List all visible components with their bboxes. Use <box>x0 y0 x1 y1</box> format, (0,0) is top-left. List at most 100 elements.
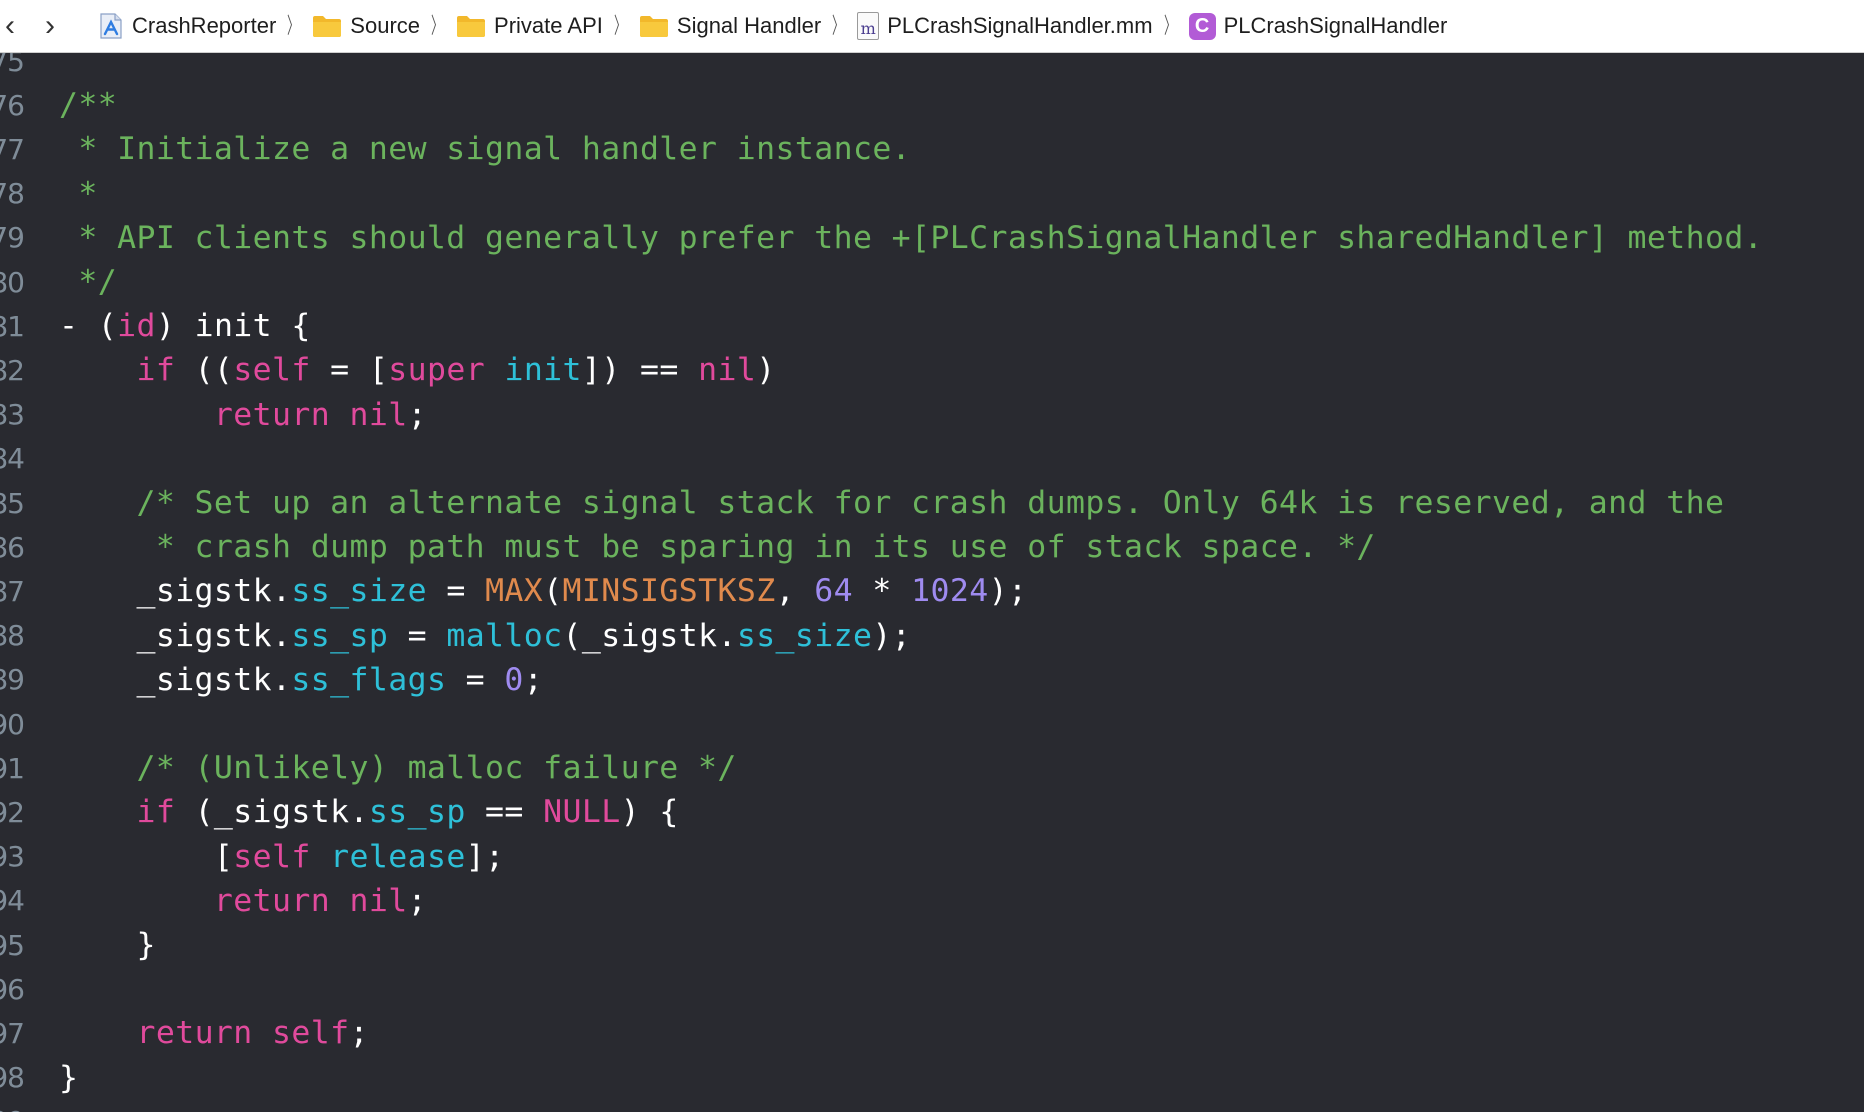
code-line[interactable]: 87 _sigstk.ss_size = MAX(MINSIGSTKSZ, 64… <box>0 569 1864 613</box>
code-line[interactable]: 86 * crash dump path must be sparing in … <box>0 525 1864 569</box>
code-text: [self release]; <box>59 839 504 875</box>
code-token-plain: ]) == <box>581 352 699 389</box>
code-token-plain: _sigstk. <box>59 573 292 610</box>
code-line[interactable]: 77 * Initialize a new signal handler ins… <box>0 127 1864 171</box>
breadcrumb-separator: 〉 <box>832 13 845 38</box>
code-line[interactable]: 91 /* (Unlikely) malloc failure */ <box>0 746 1864 790</box>
code-token-comment: * crash dump path must be sparing in its… <box>59 529 1376 566</box>
breadcrumb-item-source[interactable]: Source <box>312 13 420 39</box>
code-token-plain: _sigstk. <box>59 617 292 654</box>
code-line[interactable]: 81 - (id) init { <box>0 304 1864 348</box>
code-token-plain: == <box>465 794 544 831</box>
code-token-comment: * <box>59 175 98 212</box>
back-button[interactable]: ‹ <box>0 0 30 53</box>
code-token-plain: } <box>59 927 156 963</box>
line-number: 96 <box>0 972 25 1006</box>
code-token-plain: ); <box>872 617 912 654</box>
code-text: - (id) init { <box>59 308 311 344</box>
breadcrumb-item-project[interactable]: CrashReporter <box>98 12 276 40</box>
folder-icon <box>313 16 342 37</box>
code-token-comment: /** <box>59 87 118 124</box>
code-text: } <box>59 1060 78 1096</box>
breadcrumb-separator: 〉 <box>287 13 300 38</box>
code-line[interactable]: 94 return nil; <box>0 879 1864 923</box>
code-line[interactable]: 92 if (_sigstk.ss_sp == NULL) { <box>0 790 1864 834</box>
breadcrumb-label: Signal Handler <box>676 13 822 38</box>
code-token-plain: ( <box>543 573 563 610</box>
code-line[interactable]: 98} <box>0 1056 1864 1100</box>
breadcrumb-item-file[interactable]: m PLCrashSignalHandler.mm <box>857 12 1153 40</box>
code-text: if (_sigstk.ss_sp == NULL) { <box>59 794 679 830</box>
code-token-number: 1024 <box>911 573 989 610</box>
line-number: 87 <box>0 574 25 608</box>
code-token-plain: ; <box>349 1015 369 1052</box>
line-number: 89 <box>0 663 25 697</box>
line-number: 75 <box>0 53 25 78</box>
breadcrumb: CrashReporter 〉 Source 〉 Private API 〉 S… <box>98 12 1447 40</box>
code-line[interactable]: 78 * <box>0 172 1864 216</box>
code-text: _sigstk.ss_size = MAX(MINSIGSTKSZ, 64 * … <box>59 573 1027 609</box>
code-line[interactable]: 84 <box>0 437 1864 481</box>
folder-icon <box>457 16 486 37</box>
code-token-func: release <box>330 838 466 875</box>
source-editor[interactable]: 75 76 /** 77 * Initialize a new signal hand… <box>0 53 1864 1112</box>
code-token-plain: = <box>446 661 505 698</box>
breadcrumb-item-class[interactable]: C PLCrashSignalHandler <box>1188 12 1447 40</box>
code-line[interactable]: 99 <box>0 1100 1864 1112</box>
code-line[interactable]: 76 /** <box>0 83 1864 127</box>
code-line[interactable]: 90 <box>0 702 1864 746</box>
code-line[interactable]: 95 } <box>0 923 1864 967</box>
code-text: _sigstk.ss_sp = malloc(_sigstk.ss_size); <box>59 618 911 654</box>
code-token-keyword: NULL <box>543 794 621 831</box>
code-text: /* (Unlikely) malloc failure */ <box>59 750 737 786</box>
code-token-comment: * API clients should generally prefer th… <box>59 219 1764 256</box>
line-number: 93 <box>0 840 25 874</box>
code-line[interactable]: 96 <box>0 967 1864 1011</box>
code-token-plain: - ( <box>59 308 118 345</box>
line-number: 85 <box>0 486 25 520</box>
code-text: * Initialize a new signal handler instan… <box>59 131 911 167</box>
code-line[interactable]: 75 <box>0 53 1864 83</box>
line-number: 76 <box>0 88 25 122</box>
xcode-project-icon <box>100 13 122 39</box>
code-line[interactable]: 88 _sigstk.ss_sp = malloc(_sigstk.ss_siz… <box>0 614 1864 658</box>
breadcrumb-item-private-api[interactable]: Private API <box>456 13 603 39</box>
breadcrumb-item-signal-handler[interactable]: Signal Handler <box>639 13 821 39</box>
code-token-keyword: return <box>213 396 331 433</box>
code-line[interactable]: 83 return nil; <box>0 393 1864 437</box>
code-token-plain: } <box>59 1059 79 1096</box>
code-token-member: ss_size <box>291 573 427 610</box>
forward-button[interactable]: › <box>30 0 70 53</box>
code-token-plain: (_sigstk. <box>562 617 737 654</box>
code-token-keyword: id <box>117 308 156 345</box>
breadcrumb-label: PLCrashSignalHandler.mm <box>887 13 1153 38</box>
code-line[interactable]: 79 * API clients should generally prefer… <box>0 216 1864 260</box>
code-token-plain: ; <box>407 396 427 433</box>
line-number: 90 <box>0 707 25 741</box>
code-line[interactable]: 85 /* Set up an alternate signal stack f… <box>0 481 1864 525</box>
code-line[interactable]: 80 */ <box>0 260 1864 304</box>
code-token-plain: [ <box>59 838 234 875</box>
breadcrumb-separator: 〉 <box>1163 13 1176 38</box>
code-line[interactable]: 89 _sigstk.ss_flags = 0; <box>0 658 1864 702</box>
chevron-left-icon: ‹ <box>5 9 15 42</box>
code-token-keyword: nil <box>349 882 408 919</box>
code-line[interactable]: 82 if ((self = [super init]) == nil) <box>0 348 1864 392</box>
code-token-plain: = <box>426 573 486 610</box>
code-token-keyword: if <box>136 352 176 389</box>
code-token-func: init <box>504 352 582 389</box>
code-token-member: ss_flags <box>291 661 447 698</box>
code-line[interactable]: 97 return self; <box>0 1011 1864 1055</box>
jump-bar: ‹ › CrashReporter 〉 Source 〉 Private API… <box>0 0 1864 53</box>
code-line[interactable]: 93 [self release]; <box>0 835 1864 879</box>
class-icon: C <box>1188 12 1216 40</box>
breadcrumb-label: Private API <box>494 13 603 38</box>
line-number: 81 <box>0 309 25 343</box>
